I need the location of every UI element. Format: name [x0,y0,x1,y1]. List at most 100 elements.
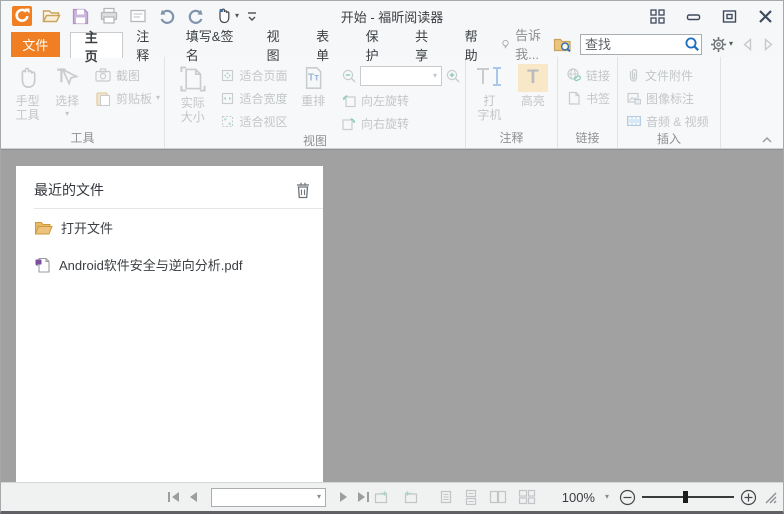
hand-tool-quick[interactable]: ▾ [214,6,239,26]
resize-grip-icon[interactable] [763,490,777,504]
search-icon[interactable] [683,35,701,53]
search-input[interactable] [580,36,683,52]
select-label: 选择 [55,94,80,108]
rotate-left-icon [342,94,356,107]
hand-tool-label: 手型 工具 [15,94,40,122]
tab-share[interactable]: 共享 [402,29,452,63]
zoom-percent-caret[interactable]: ▾ [601,493,613,501]
next-page-icon[interactable] [338,490,350,504]
zoom-combo-caret[interactable]: ▾ [433,72,441,80]
hand-tool-button[interactable]: 手型 工具 [7,63,48,122]
hand-tool-caret[interactable]: ▾ [235,12,239,20]
zoom-slider-handle[interactable] [683,491,689,503]
tab-view[interactable]: 视图 [254,29,304,63]
fit-page-button[interactable]: 适合页面 [220,65,287,85]
settings-caret: ▾ [728,39,733,48]
print-icon[interactable] [98,5,120,27]
settings-menu[interactable]: ▾ [710,36,733,53]
tab-form[interactable]: 表单 [303,29,353,63]
save-icon[interactable] [69,5,91,27]
ribbon-group-comment: 打 字机 T 高亮 注释 [466,57,558,148]
open-folder-icon[interactable] [40,5,62,27]
tab-protect[interactable]: 保护 [353,29,403,63]
close-icon[interactable] [747,1,783,31]
clipboard-caret: ▾ [155,93,160,102]
reflow-button[interactable]: Tт 重排 [293,63,333,108]
undo-icon[interactable] [156,5,178,27]
tab-comment[interactable]: 注释 [123,29,173,63]
open-file-item[interactable]: 打开文件 [16,209,323,246]
page-number-input[interactable] [212,489,313,505]
email-icon[interactable] [127,5,149,27]
page-combo-caret[interactable]: ▾ [313,493,325,501]
folder-icon [34,221,53,234]
file-attachment-button[interactable]: 文件附件 [626,65,709,85]
page-layout-options [439,489,536,505]
trash-icon[interactable] [295,181,311,199]
lightbulb-icon [502,40,509,49]
actual-size-button[interactable]: 实际 大小 [171,63,214,124]
layout-single-icon[interactable] [439,489,453,505]
ribbon-group-insert: 文件附件 图像标注 音频 & 视频 插入 [618,57,721,148]
layout-continuous-facing-icon[interactable] [518,489,536,505]
prev-view-icon[interactable] [373,489,391,505]
zoom-level-input[interactable] [361,68,433,84]
app-window: ▾ 开始 - 福昕阅读器 文件 主页 注释 填写&签名 视图 表单 保护 共享 … [0,0,784,514]
bookmark-button[interactable]: 书签 [566,88,610,108]
recent-file-label: Android软件安全与逆向分析.pdf [59,258,243,273]
zoom-out-icon[interactable] [619,489,636,506]
select-button[interactable]: 选择 ▾ [48,63,86,118]
back-icon[interactable] [741,37,754,52]
pdf-file-icon [35,257,50,273]
group-label-tools: 工具 [70,131,95,145]
layout-facing-icon[interactable] [489,489,507,505]
tab-fill-sign[interactable]: 填写&签名 [173,29,254,63]
layout-continuous-icon[interactable] [464,489,478,505]
zoom-in-icon[interactable] [740,489,757,506]
fullscreen-icon[interactable] [639,1,675,31]
link-button[interactable]: 链接 [566,65,610,85]
tab-file[interactable]: 文件 [11,32,60,57]
minimize-icon[interactable] [675,1,711,31]
typewriter-button[interactable]: 打 字机 [472,63,507,122]
gear-icon [710,36,726,52]
customize-toolbar-icon[interactable] [246,9,258,23]
prev-page-icon[interactable] [187,490,199,504]
highlight-label: 高亮 [520,94,545,108]
image-annotation-icon [627,92,641,104]
next-view-icon[interactable] [401,489,419,505]
rotate-left-label: 向左旋转 [361,93,410,108]
zoom-out-icon[interactable] [341,68,357,84]
highlight-button[interactable]: T 高亮 [513,63,553,108]
recent-file-item[interactable]: Android软件安全与逆向分析.pdf [16,246,323,283]
forward-icon[interactable] [762,37,775,52]
restore-icon[interactable] [711,1,747,31]
rotate-left-button[interactable]: 向左旋转 [341,90,461,110]
fit-visible-button[interactable]: 适合视区 [220,111,287,131]
collapse-ribbon-icon[interactable] [761,136,773,144]
tell-me[interactable]: 告诉我... [501,25,545,63]
page-number-combo[interactable]: ▾ [211,487,326,507]
tab-home[interactable]: 主页 [69,30,124,64]
highlight-icon: T [517,64,548,92]
snapshot-button[interactable]: 截图 [94,65,160,85]
foxit-logo[interactable] [11,5,33,27]
zoom-slider[interactable] [642,490,734,504]
document-area: 最近的文件 打开文件 Android软件安全与逆向分析.pdf [1,149,783,482]
fit-width-button[interactable]: 适合宽度 [220,88,287,108]
folder-search-icon[interactable] [553,36,572,53]
redo-icon[interactable] [185,5,207,27]
last-page-icon[interactable] [356,490,371,504]
link-globe-icon [567,68,582,82]
zoom-in-icon[interactable] [445,68,461,84]
image-annotation-button[interactable]: 图像标注 [626,88,709,108]
audio-video-button[interactable]: 音频 & 视频 [626,111,709,131]
tab-help[interactable]: 帮助 [452,29,502,63]
search-box[interactable] [579,33,702,55]
first-page-icon[interactable] [166,490,181,504]
zoom-level-combo[interactable]: ▾ [360,66,442,86]
clipboard-button[interactable]: 剪贴板 ▾ [94,88,160,108]
ribbon-group-view: 实际 大小 适合页面 适合宽度 适合视区 Tт 重排 ▾ 向左旋转 向右旋转 视… [165,57,466,148]
rotate-right-button[interactable]: 向右旋转 [341,113,461,133]
zoom-percent[interactable]: 100% [562,490,595,505]
